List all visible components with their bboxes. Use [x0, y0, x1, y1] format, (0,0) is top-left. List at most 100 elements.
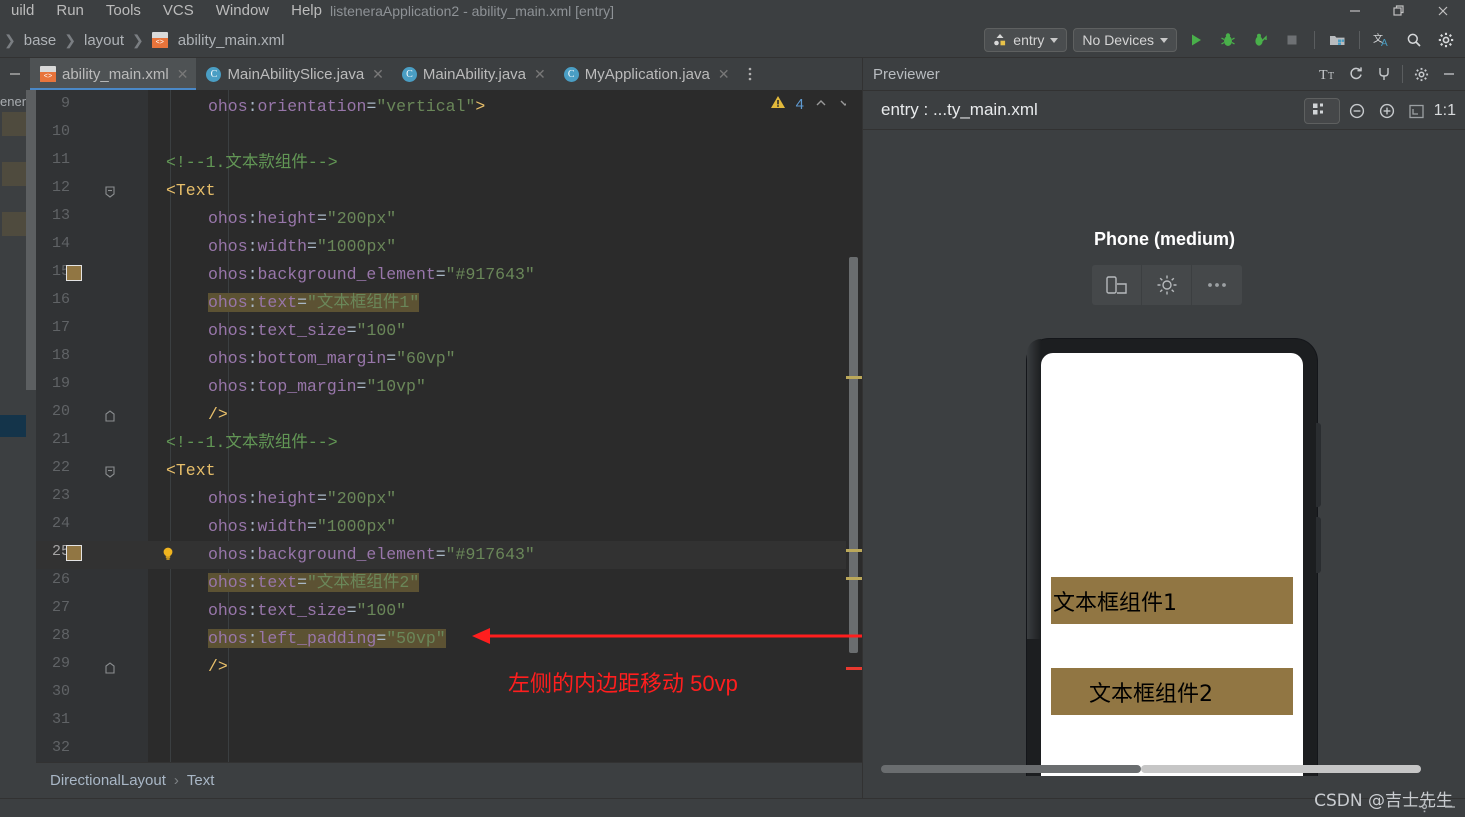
warning-marker[interactable]	[846, 549, 862, 552]
code-line[interactable]: ohos:orientation="vertical">	[208, 93, 485, 121]
code-token-attr: text	[257, 573, 298, 592]
breadcrumb-item-base[interactable]: base	[20, 32, 61, 49]
layout-mode-selector[interactable]	[1303, 98, 1340, 124]
minimize-icon[interactable]	[1333, 0, 1377, 22]
translate-icon[interactable]: 文 A	[1369, 27, 1395, 53]
code-line[interactable]: ohos:bottom_margin="60vp"	[208, 345, 456, 373]
color-swatch[interactable]	[66, 545, 82, 561]
code-content[interactable]: ohos:orientation="vertical"> <!--1.文本款组件-…	[148, 90, 862, 762]
close-icon[interactable]: ✕	[718, 66, 730, 83]
code-line[interactable]: ohos:text_size="100"	[208, 317, 406, 345]
scrollbar-thumb-right[interactable]	[1141, 765, 1421, 773]
code-fold-toggle[interactable]	[104, 185, 116, 198]
menu-item-window[interactable]: Window	[205, 0, 280, 22]
device-screen[interactable]: 文本框组件1 文本框组件2	[1041, 353, 1303, 776]
code-line[interactable]: ohos:height="200px"	[208, 205, 396, 233]
code-line[interactable]: ohos:background_element="#917643"	[208, 541, 535, 569]
code-token-punc: :	[247, 265, 258, 284]
run-button[interactable]	[1183, 27, 1209, 53]
code-line[interactable]: ohos:width="1000px"	[208, 233, 396, 261]
close-icon[interactable]	[1421, 0, 1465, 22]
editor-marker-scrollbar[interactable]	[846, 90, 862, 762]
code-line[interactable]: ohos:left_padding="50vp"	[208, 625, 446, 653]
minimize-panel-icon[interactable]	[1436, 61, 1462, 87]
code-line[interactable]: <!--1.文本款组件-->	[166, 149, 338, 177]
code-token-str: "60vp"	[396, 349, 456, 368]
peek-scrollbar[interactable]	[26, 90, 36, 390]
fit-screen-icon[interactable]	[1404, 98, 1430, 124]
code-line[interactable]: ohos:text="文本框组件2"	[208, 569, 420, 597]
code-line[interactable]: ohos:height="200px"	[208, 485, 396, 513]
close-icon[interactable]: ✕	[177, 66, 189, 83]
debug-button[interactable]	[1215, 27, 1241, 53]
tab-overflow-icon[interactable]	[738, 58, 762, 90]
breadcrumb-item-layout[interactable]: layout	[80, 32, 128, 49]
code-fold-toggle[interactable]	[104, 409, 116, 422]
close-icon[interactable]: ✕	[534, 66, 546, 83]
color-swatch[interactable]	[66, 265, 82, 281]
code-line[interactable]: <!--1.文本款组件-->	[166, 429, 338, 457]
scrollbar-thumb-left[interactable]	[881, 765, 1141, 773]
close-icon[interactable]: ✕	[372, 66, 384, 83]
zoom-in-icon[interactable]	[1374, 98, 1400, 124]
menu-item-build[interactable]: uild	[0, 0, 45, 22]
plug-icon[interactable]	[1371, 61, 1397, 87]
orientation-icon[interactable]	[1092, 265, 1142, 305]
code-line[interactable]: ohos:background_element="#917643"	[208, 261, 535, 289]
warning-marker[interactable]	[846, 376, 862, 379]
menu-item-tools[interactable]: Tools	[95, 0, 152, 22]
stop-button[interactable]	[1279, 27, 1305, 53]
menu-item-vcs[interactable]: VCS	[152, 0, 205, 22]
code-line[interactable]: ohos:top_margin="10vp"	[208, 373, 426, 401]
structure-item-text[interactable]: Text	[187, 772, 215, 789]
code-fold-toggle[interactable]	[104, 661, 116, 674]
warning-marker[interactable]	[846, 577, 862, 580]
scrollbar-thumb[interactable]	[849, 257, 858, 653]
font-size-icon[interactable]: T T	[1315, 61, 1341, 87]
menu-item-help[interactable]: Help	[280, 0, 333, 22]
gear-icon[interactable]	[1433, 27, 1459, 53]
structure-item-layout[interactable]: DirectionalLayout	[50, 772, 166, 789]
code-line[interactable]: />	[208, 401, 228, 429]
code-token-str: "100"	[356, 321, 407, 340]
code-line[interactable]: ohos:width="1000px"	[208, 513, 396, 541]
zoom-out-icon[interactable]	[1344, 98, 1370, 124]
intention-bulb-icon[interactable]	[160, 546, 176, 562]
editor-gutter[interactable]: 9 10 11 12 13 14 15 16 17 18 19 20 21 22 23 24 25 26 27 28 2…	[36, 90, 148, 762]
code-line[interactable]: <Text	[166, 457, 216, 485]
code-line[interactable]: ohos:text="文本框组件1"	[208, 289, 420, 317]
device-manager-button[interactable]	[1324, 27, 1350, 53]
tab-my-application-java[interactable]: C MyApplication.java ✕	[554, 58, 738, 90]
profile-button[interactable]	[1247, 27, 1273, 53]
previewer-canvas[interactable]: Phone (medium) 文本框组件1 文本框组件2	[863, 131, 1465, 776]
code-token-attr: ohos	[208, 377, 248, 396]
menu-item-run[interactable]: Run	[45, 0, 95, 22]
device-button-volume	[1316, 423, 1321, 507]
inspection-widget[interactable]: 4	[770, 94, 852, 115]
code-line-content: ohos:text_size="100"	[208, 601, 406, 620]
search-icon[interactable]	[1401, 27, 1427, 53]
previewer-horizontal-scrollbar[interactable]	[863, 765, 1465, 773]
tab-main-ability-java[interactable]: C MainAbility.java ✕	[392, 58, 554, 90]
code-fold-toggle[interactable]	[104, 465, 116, 478]
code-line[interactable]: />	[208, 653, 228, 681]
restore-icon[interactable]	[1377, 0, 1421, 22]
gear-icon[interactable]	[1418, 800, 1431, 817]
code-editor[interactable]: 9 10 11 12 13 14 15 16 17 18 19 20 21 22 23 24 25 26 27 28 2…	[36, 90, 862, 762]
project-panel-peek[interactable]: ener	[0, 90, 36, 790]
chevron-up-icon[interactable]	[814, 96, 828, 113]
more-icon[interactable]	[1192, 265, 1242, 305]
module-selector[interactable]: entry	[984, 28, 1068, 52]
brightness-icon[interactable]	[1142, 265, 1192, 305]
device-selector[interactable]: No Devices	[1073, 28, 1177, 52]
collapse-tabs-button[interactable]	[0, 58, 30, 90]
hide-icon[interactable]	[1443, 800, 1457, 817]
tab-ability-main-xml[interactable]: ability_main.xml ✕	[30, 58, 197, 90]
code-line[interactable]: ohos:text_size="100"	[208, 597, 406, 625]
code-line[interactable]: <Text	[166, 177, 216, 205]
tab-main-ability-slice-java[interactable]: C MainAbilitySlice.java ✕	[196, 58, 391, 90]
refresh-icon[interactable]	[1343, 61, 1369, 87]
gear-icon[interactable]	[1408, 61, 1434, 87]
error-marker[interactable]	[846, 667, 862, 670]
breadcrumb-item-file[interactable]: ability_main.xml	[174, 32, 289, 49]
